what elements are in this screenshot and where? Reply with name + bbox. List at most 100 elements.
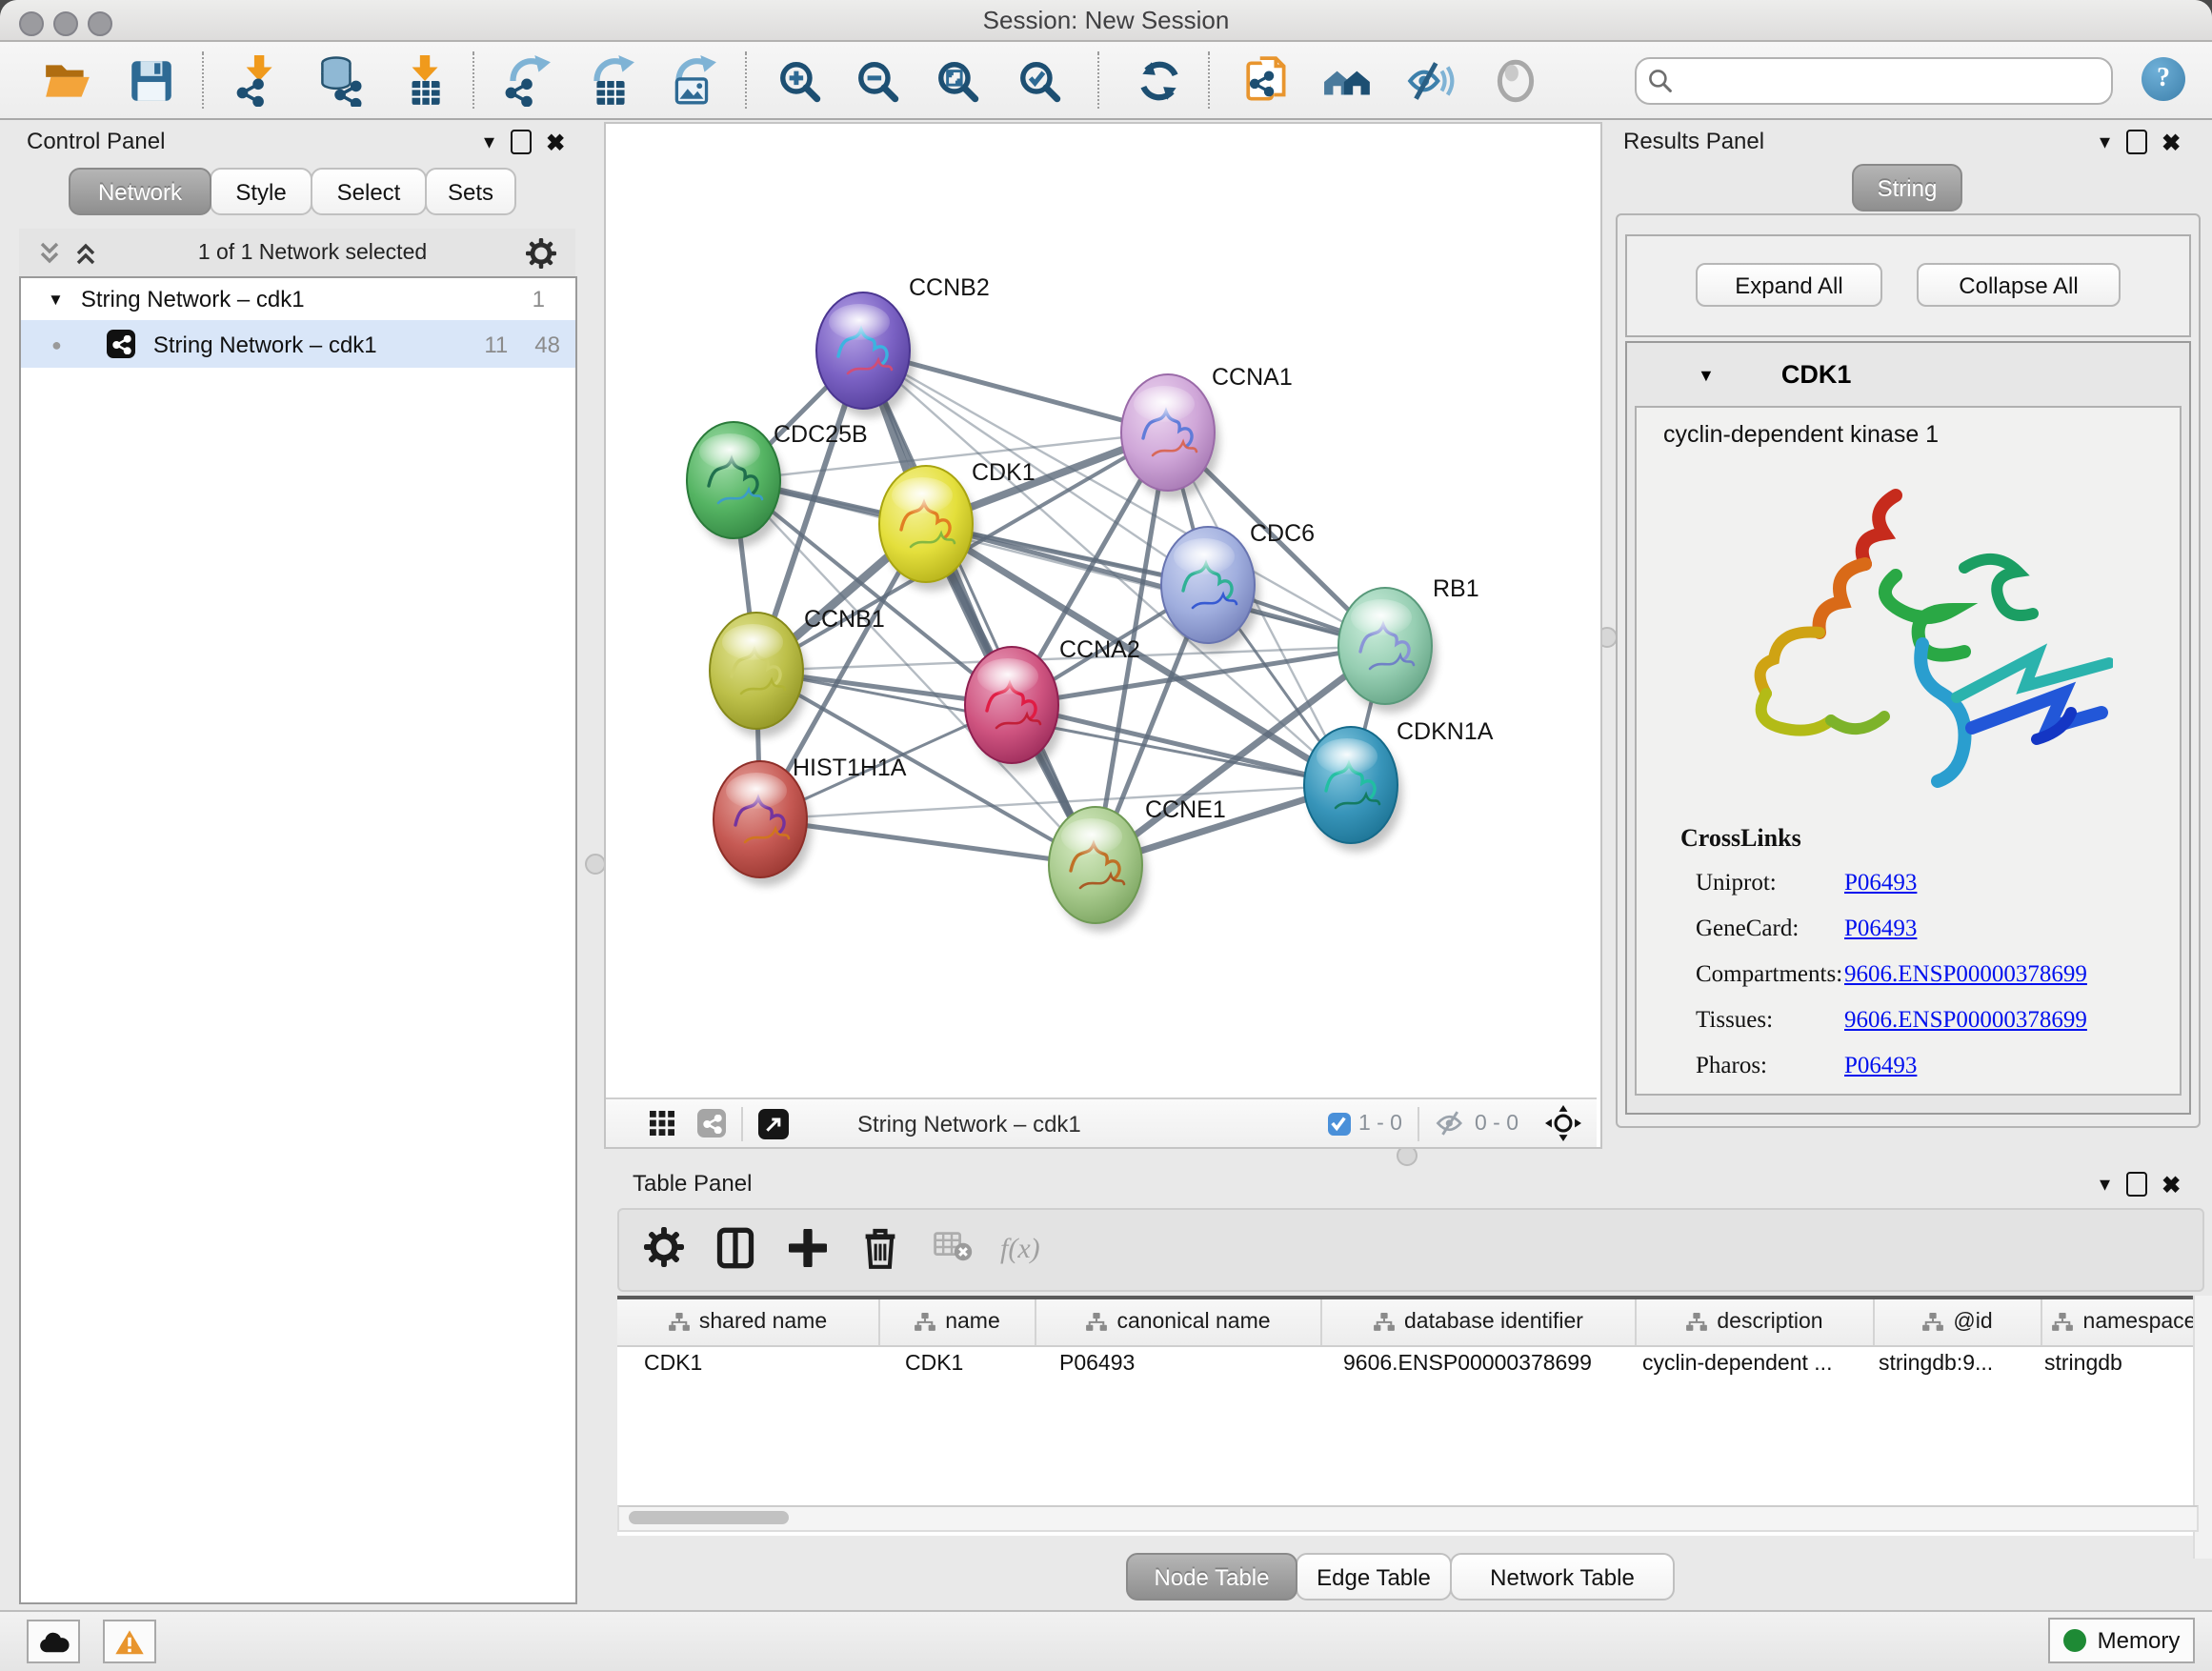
toolbar-separator [1097,51,1099,109]
network-options-gear-icon[interactable] [526,237,556,268]
network-collection-row[interactable]: ▼ String Network – cdk1 1 [21,278,575,320]
tab-sets[interactable]: Sets [425,168,516,215]
grid-view-icon[interactable] [650,1111,674,1136]
collapse-all-icon[interactable] [36,239,63,266]
network-node-RB1[interactable]: RB1 [1338,575,1479,713]
network-node-CDKN1A[interactable]: CDKN1A [1304,718,1494,852]
toolbar-separator [473,51,474,109]
table-horizontal-scrollbar[interactable] [617,1505,2199,1532]
tab-select[interactable]: Select [311,168,427,215]
column-header-name[interactable]: name [880,1299,1036,1345]
panel-menu-icon[interactable]: ▾ [2100,1173,2110,1196]
save-session-button[interactable] [126,55,177,107]
panel-close-icon[interactable]: ✖ [546,131,565,153]
open-session-button[interactable] [42,55,93,107]
zoom-out-icon[interactable] [852,55,903,107]
column-header-namespace[interactable]: namespace [2042,1299,2208,1345]
crosslink-label: Tissues: [1696,1006,1844,1035]
network-graph[interactable]: CCNB2CCNA1CDC25BCDK1CDC6RB1CCNB1CCNA2CDK… [606,124,1597,1096]
panel-menu-icon[interactable]: ▾ [2100,131,2110,153]
panel-menu-icon[interactable]: ▾ [484,131,494,153]
zoom-fit-icon[interactable] [932,55,983,107]
import-table-file-icon[interactable] [398,55,450,107]
network-node-HIST1H1A[interactable]: HIST1H1A [714,755,907,886]
cloud-status-button[interactable] [27,1620,80,1663]
crosslink-link[interactable]: 9606.ENSP00000378699 [1844,1006,2087,1035]
section-expanded-icon[interactable]: ▼ [1698,365,1715,384]
crosslink-link[interactable]: 9606.ENSP00000378699 [1844,960,2087,989]
expand-all-button[interactable]: Expand All [1696,263,1882,307]
first-neighbors-icon[interactable] [1322,55,1374,107]
scrollbar-thumb[interactable] [629,1511,789,1524]
export-image-icon[interactable] [667,55,718,107]
panel-close-icon[interactable]: ✖ [2162,1173,2181,1196]
import-network-file-icon[interactable] [231,55,282,107]
network-row-selected[interactable]: ● String Network – cdk1 11 48 [21,320,575,368]
network-edge[interactable] [926,524,1385,646]
detach-view-icon[interactable] [758,1108,789,1138]
tab-node-table[interactable]: Node Table [1126,1553,1297,1601]
network-node-CCNB1[interactable]: CCNB1 [710,606,885,737]
hide-selection-eye-slash-icon[interactable] [1404,55,1456,107]
export-table-icon[interactable] [585,55,636,107]
network-view-title: String Network – cdk1 [857,1110,1081,1137]
show-columns-icon[interactable] [707,1221,764,1278]
network-node-CDC6[interactable]: CDC6 [1161,520,1315,652]
network-node-CCNE1[interactable]: CCNE1 [1049,796,1226,932]
column-header-canonical-name[interactable]: canonical name [1036,1299,1322,1345]
delete-table-icon-disabled [924,1221,981,1278]
tab-network-table[interactable]: Network Table [1450,1553,1675,1601]
crosslink-link[interactable]: P06493 [1844,869,1917,897]
tab-edge-table[interactable]: Edge Table [1296,1553,1452,1601]
table-cell[interactable]: cyclin-dependent ... [1629,1347,1865,1383]
table-cell[interactable]: CDK1 [878,1347,1033,1383]
birds-eye-view-icon[interactable] [1545,1105,1581,1141]
table-row[interactable]: CDK1CDK1P064939606.ENSP00000378699cyclin… [617,1347,2195,1383]
selected-checkbox-icon[interactable] [1328,1112,1351,1135]
crosslink-link[interactable]: P06493 [1844,915,1917,943]
apply-layout-icon[interactable] [1134,55,1185,107]
column-header-database-identifier[interactable]: database identifier [1322,1299,1637,1345]
tab-style[interactable]: Style [210,168,312,215]
expand-all-icon[interactable] [72,239,99,266]
column-header--id[interactable]: @id [1875,1299,2042,1345]
zoom-in-icon[interactable] [774,55,825,107]
protein-section-header[interactable]: ▼ CDK1 [1627,343,2189,406]
table-cell[interactable]: CDK1 [617,1347,878,1383]
string-view-icon[interactable] [697,1109,726,1137]
clone-network-icon[interactable] [1242,55,1294,107]
show-all-eye-icon[interactable] [1490,55,1541,107]
delete-column-trash-icon[interactable] [852,1221,909,1278]
search-input[interactable] [1635,57,2113,105]
panel-float-icon[interactable] [2125,130,2146,154]
search-field[interactable] [1673,63,2111,99]
column-header-shared-name[interactable]: shared name [617,1299,880,1345]
panel-float-icon[interactable] [2125,1172,2146,1197]
memory-button[interactable]: Memory [2048,1618,2195,1663]
tab-string[interactable]: String [1852,164,1962,211]
tab-network[interactable]: Network [69,168,211,215]
column-header-description[interactable]: description [1637,1299,1875,1345]
table-cell[interactable]: 9606.ENSP00000378699 [1317,1347,1629,1383]
network-canvas[interactable]: CCNB2CCNA1CDC25BCDK1CDC6RB1CCNB1CCNA2CDK… [606,124,1597,1096]
table-options-gear-icon[interactable] [634,1221,692,1278]
tree-expanded-icon[interactable]: ▼ [48,290,64,309]
network-node-CCNB2[interactable]: CCNB2 [816,274,990,417]
panel-float-icon[interactable] [510,130,531,154]
zoom-selected-icon[interactable] [1014,55,1065,107]
left-splitter-handle[interactable] [585,854,606,875]
network-node-CCNA1[interactable]: CCNA1 [1121,364,1293,499]
help-button[interactable]: ? [2142,57,2185,101]
panel-close-icon[interactable]: ✖ [2162,131,2181,153]
table-cell[interactable]: stringdb [2031,1347,2195,1383]
table-cell[interactable]: stringdb:9... [1865,1347,2031,1383]
import-network-database-icon[interactable] [312,55,364,107]
crosslink-link[interactable]: P06493 [1844,1052,1917,1080]
node-label-HIST1H1A: HIST1H1A [793,755,907,781]
export-network-icon[interactable] [501,55,553,107]
create-column-plus-icon[interactable] [779,1221,836,1278]
warning-status-button[interactable] [103,1620,156,1663]
cloud-icon [37,1630,70,1653]
collapse-all-button[interactable]: Collapse All [1917,263,2121,307]
table-cell[interactable]: P06493 [1033,1347,1317,1383]
